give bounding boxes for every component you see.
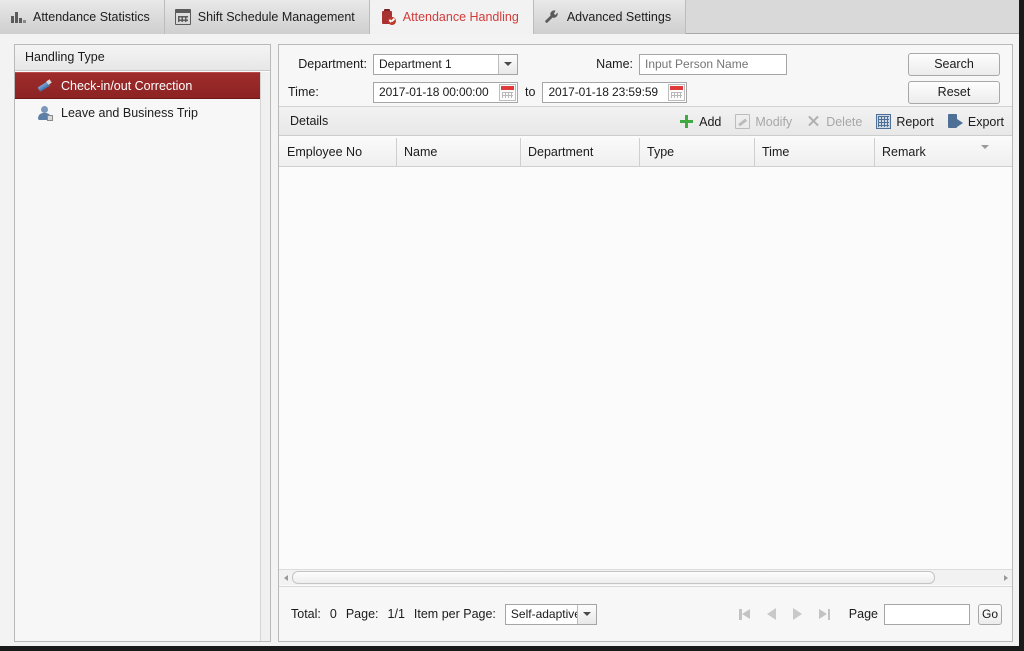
tab-attendance-handling[interactable]: Attendance Handling: [369, 0, 534, 34]
tab-label: Attendance Statistics: [33, 9, 150, 24]
delete-button[interactable]: Delete: [806, 114, 862, 129]
department-label: Department:: [298, 57, 367, 71]
time-range-separator: to: [525, 85, 536, 99]
handling-type-list: Check-in/out Correction Leave and Busine…: [15, 72, 270, 641]
export-icon: [947, 114, 963, 129]
chevron-down-icon: [498, 54, 517, 74]
page-input-label: Page: [848, 607, 878, 621]
start-time-field[interactable]: 2017-01-18 00:00:00: [373, 81, 518, 103]
report-button-label: Report: [896, 114, 934, 129]
calendar-picker-icon[interactable]: [499, 83, 516, 101]
sidebar-vertical-scrollbar[interactable]: [260, 72, 270, 641]
edit-icon: [735, 114, 751, 129]
attendance-handling-panel: Department: Department 1 Name: Search Ti…: [278, 44, 1013, 642]
wrench-icon: [544, 9, 560, 25]
scroll-left-button[interactable]: [279, 570, 292, 585]
calendar-icon: [174, 9, 191, 25]
end-time-value: 2017-01-18 23:59:59: [548, 84, 658, 99]
scroll-right-button[interactable]: [999, 570, 1012, 585]
start-time-value: 2017-01-18 00:00:00: [379, 84, 489, 99]
chevron-down-icon[interactable]: [980, 145, 990, 155]
prev-page-button[interactable]: [759, 604, 785, 624]
tab-label: Attendance Handling: [402, 9, 519, 24]
tab-label: Advanced Settings: [566, 9, 672, 24]
column-header-remark[interactable]: Remark: [874, 138, 1012, 166]
page-value: 1/1: [387, 607, 405, 621]
last-page-icon: [817, 608, 831, 620]
search-button[interactable]: Search: [908, 52, 1000, 76]
details-action-group: Add Modify Delete Report Export: [679, 107, 1004, 136]
first-page-button[interactable]: [733, 604, 759, 624]
close-x-icon: [806, 114, 821, 129]
page-number-input[interactable]: [884, 603, 970, 625]
pencil-icon: [37, 78, 53, 94]
modify-button-label: Modify: [755, 114, 793, 129]
add-button-label: Add: [699, 114, 722, 129]
pagination-info: Total: 0 Page: 1/1 Item per Page: Self-a…: [291, 603, 597, 625]
grid-icon: [876, 114, 892, 129]
person-icon: [37, 105, 53, 121]
main-tabbar: Attendance Statistics Shift Schedule Man…: [0, 0, 1019, 34]
handling-type-panel: Handling Type Check-in/out Correction Le…: [14, 44, 271, 642]
next-page-icon: [793, 608, 803, 620]
add-button[interactable]: Add: [679, 114, 721, 129]
details-toolbar: Details Add Modify Delete Report Export: [279, 107, 1012, 136]
time-label: Time:: [288, 85, 319, 99]
scrollbar-track[interactable]: [292, 570, 999, 585]
prev-page-icon: [767, 608, 777, 620]
calendar-picker-icon[interactable]: [668, 83, 686, 101]
clipboard-check-icon: [380, 9, 396, 25]
table-horizontal-scrollbar[interactable]: [279, 569, 1012, 585]
pagination-controls: Page Go: [733, 603, 1002, 625]
end-time-field[interactable]: 2017-01-18 23:59:59: [542, 81, 688, 103]
tab-shift-schedule-management[interactable]: Shift Schedule Management: [164, 0, 370, 34]
item-per-page-label: Item per Page:: [413, 607, 496, 621]
department-select-value: Department 1: [379, 56, 452, 71]
chevron-down-icon: [576, 604, 596, 624]
sidebar-item-leave-and-business-trip[interactable]: Leave and Business Trip: [15, 99, 270, 126]
go-button[interactable]: Go: [978, 603, 1002, 625]
details-title: Details: [290, 114, 329, 128]
sidebar-item-check-in-out-correction[interactable]: Check-in/out Correction: [15, 72, 270, 99]
scrollbar-thumb[interactable]: [292, 571, 935, 584]
next-page-button[interactable]: [785, 604, 811, 624]
pagination-bar: Total: 0 Page: 1/1 Item per Page: Self-a…: [279, 586, 1012, 641]
reset-button[interactable]: Reset: [908, 80, 1000, 104]
sidebar-item-label: Check-in/out Correction: [61, 78, 193, 93]
sidebar-item-label: Leave and Business Trip: [61, 105, 198, 120]
page-label: Page:: [345, 607, 379, 621]
application-window: Attendance Statistics Shift Schedule Man…: [0, 0, 1024, 651]
column-header-time[interactable]: Time: [754, 138, 874, 166]
bar-chart-icon: [10, 9, 26, 25]
content-area: Handling Type Check-in/out Correction Le…: [0, 34, 1019, 646]
search-form: Department: Department 1 Name: Search Ti…: [279, 45, 1012, 107]
column-header-department[interactable]: Department: [520, 138, 639, 166]
details-table: Employee No Name Department Type Time Re…: [279, 138, 1012, 585]
tab-attendance-statistics[interactable]: Attendance Statistics: [0, 0, 165, 34]
column-header-type[interactable]: Type: [639, 138, 754, 166]
tab-label: Shift Schedule Management: [197, 9, 355, 24]
export-button[interactable]: Export: [947, 114, 1004, 129]
last-page-button[interactable]: [811, 604, 837, 624]
item-per-page-value: Self-adaptive: [510, 606, 581, 621]
column-header-employee-no[interactable]: Employee No: [279, 138, 396, 166]
tab-advanced-settings[interactable]: Advanced Settings: [533, 0, 687, 34]
modify-button[interactable]: Modify: [735, 114, 792, 129]
delete-button-label: Delete: [826, 114, 863, 129]
total-label: Total:: [291, 607, 321, 621]
column-header-name[interactable]: Name: [396, 138, 520, 166]
report-button[interactable]: Report: [876, 114, 934, 129]
export-button-label: Export: [967, 114, 1004, 129]
first-page-icon: [739, 608, 752, 620]
panel-title: Handling Type: [15, 45, 270, 71]
department-select[interactable]: Department 1: [373, 53, 518, 75]
table-header-row: Employee No Name Department Type Time Re…: [279, 138, 1012, 167]
table-body: [279, 167, 1012, 569]
plus-icon: [679, 114, 694, 129]
total-value: 0: [329, 607, 337, 621]
name-input[interactable]: [639, 53, 787, 75]
item-per-page-select[interactable]: Self-adaptive: [504, 603, 597, 625]
name-label: Name:: [596, 57, 633, 71]
